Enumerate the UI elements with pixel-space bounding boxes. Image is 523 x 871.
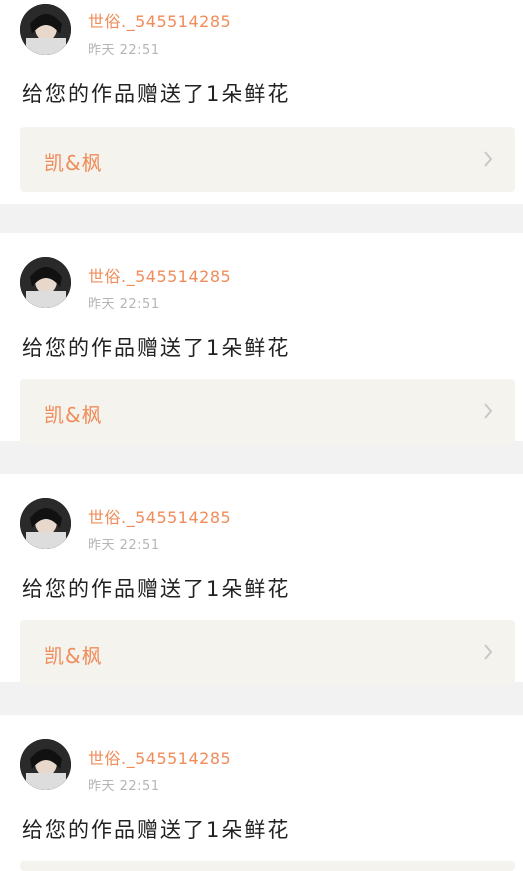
- timestamp: 昨天 22:51: [88, 538, 160, 553]
- avatar-image: [20, 4, 71, 55]
- avatar[interactable]: [20, 739, 71, 790]
- chevron-right-icon: [484, 151, 493, 167]
- work-title: 凯&枫: [44, 644, 103, 668]
- avatar-image: [20, 739, 71, 790]
- work-link-card[interactable]: 凯&枫: [20, 620, 515, 685]
- timestamp: 昨天 22:51: [88, 43, 160, 58]
- timestamp: 昨天 22:51: [88, 779, 160, 794]
- work-link-card[interactable]: 凯&枫: [20, 127, 515, 192]
- notification-message: 给您的作品赠送了1朵鲜花: [22, 336, 291, 360]
- avatar[interactable]: [20, 4, 71, 55]
- chevron-right-icon: [484, 644, 493, 660]
- chevron-right-icon: [484, 403, 493, 419]
- work-link-card[interactable]: [20, 861, 515, 871]
- work-title: 凯&枫: [44, 151, 103, 175]
- notification-item: 世俗._545514285 昨天 22:51 给您的作品赠送了1朵鲜花: [0, 715, 523, 871]
- notification-item: 世俗._545514285 昨天 22:51 给您的作品赠送了1朵鲜花 凯&枫: [0, 474, 523, 685]
- avatar[interactable]: [20, 498, 71, 549]
- timestamp: 昨天 22:51: [88, 297, 160, 312]
- user-name[interactable]: 世俗._545514285: [88, 263, 231, 287]
- avatar-image: [20, 257, 71, 308]
- notification-message: 给您的作品赠送了1朵鲜花: [22, 82, 291, 106]
- user-name[interactable]: 世俗._545514285: [88, 504, 231, 528]
- avatar[interactable]: [20, 257, 71, 308]
- user-name[interactable]: 世俗._545514285: [88, 8, 231, 32]
- notification-item: 世俗._545514285 昨天 22:51 给您的作品赠送了1朵鲜花 凯&枫: [0, 0, 523, 204]
- user-name[interactable]: 世俗._545514285: [88, 745, 231, 769]
- notification-message: 给您的作品赠送了1朵鲜花: [22, 577, 291, 601]
- avatar-image: [20, 498, 71, 549]
- notification-feed: 世俗._545514285 昨天 22:51 给您的作品赠送了1朵鲜花 凯&枫 …: [0, 0, 523, 871]
- notification-message: 给您的作品赠送了1朵鲜花: [22, 818, 291, 842]
- work-title: 凯&枫: [44, 403, 103, 427]
- notification-item: 世俗._545514285 昨天 22:51 给您的作品赠送了1朵鲜花 凯&枫: [0, 233, 523, 444]
- work-link-card[interactable]: 凯&枫: [20, 379, 515, 444]
